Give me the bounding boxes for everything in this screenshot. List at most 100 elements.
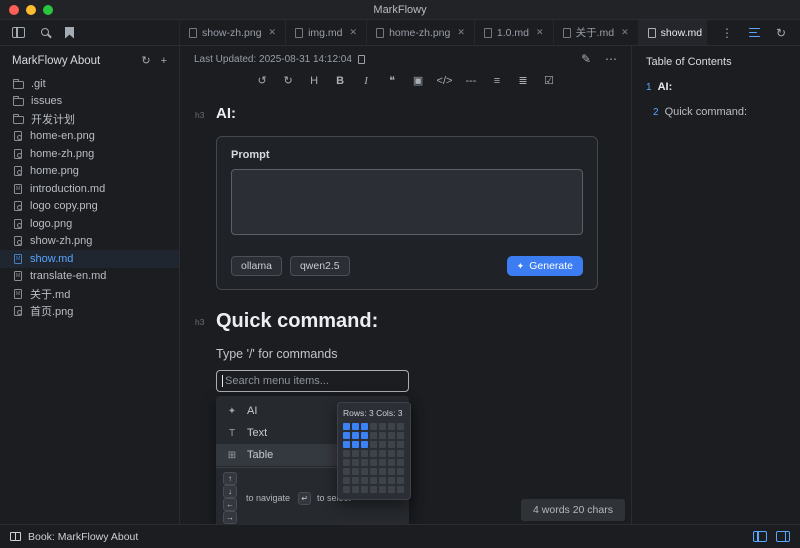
grid-cell[interactable]: [388, 432, 395, 439]
tree-item-开发计划[interactable]: 开发计划: [0, 110, 179, 128]
grid-cell[interactable]: [361, 450, 368, 457]
grid-cell[interactable]: [388, 423, 395, 430]
model-name-chip[interactable]: qwen2.5: [290, 256, 350, 276]
grid-cell[interactable]: [352, 459, 359, 466]
grid-cell[interactable]: [370, 486, 377, 493]
bookmark-icon[interactable]: [65, 27, 74, 39]
tree-item-issues[interactable]: issues: [0, 93, 179, 111]
italic-icon[interactable]: I: [357, 71, 376, 90]
tree-item-show.md[interactable]: show.md: [0, 250, 179, 268]
grid-cell[interactable]: [379, 441, 386, 448]
undo-icon[interactable]: ↺: [253, 71, 272, 90]
grid-cell[interactable]: [379, 432, 386, 439]
right-panel-toggle-icon[interactable]: [776, 531, 790, 542]
grid-cell[interactable]: [361, 468, 368, 475]
toc-toggle-icon[interactable]: [749, 28, 760, 38]
grid-cell[interactable]: [343, 441, 350, 448]
close-tab-icon[interactable]: ✕: [457, 27, 465, 38]
bold-icon[interactable]: B: [331, 71, 350, 90]
grid-cell[interactable]: [388, 441, 395, 448]
tree-item-logo.png[interactable]: logo.png: [0, 215, 179, 233]
grid-cell[interactable]: [370, 459, 377, 466]
slash-search-box[interactable]: [216, 370, 409, 392]
sync-icon[interactable]: ↻: [776, 26, 786, 40]
close-window-button[interactable]: [9, 5, 19, 15]
close-tab-icon[interactable]: ✕: [269, 27, 277, 38]
grid-cell[interactable]: [352, 441, 359, 448]
grid-cell[interactable]: [343, 450, 350, 457]
tree-item-home.png[interactable]: home.png: [0, 163, 179, 181]
grid-cell[interactable]: [361, 423, 368, 430]
refresh-tree-icon[interactable]: ↻: [141, 54, 150, 67]
grid-cell[interactable]: [343, 486, 350, 493]
sidebar-toggle-icon[interactable]: [12, 27, 25, 38]
task-list-icon[interactable]: ☑: [539, 71, 558, 90]
grid-cell[interactable]: [379, 477, 386, 484]
grid-cell[interactable]: [361, 486, 368, 493]
grid-cell[interactable]: [388, 486, 395, 493]
grid-cell[interactable]: [361, 477, 368, 484]
grid-cell[interactable]: [370, 423, 377, 430]
grid-cell[interactable]: [343, 459, 350, 466]
new-file-icon[interactable]: +: [161, 55, 167, 67]
tree-item-关于.md[interactable]: 关于.md: [0, 285, 179, 303]
redo-icon[interactable]: ↻: [279, 71, 298, 90]
tab-关于.md[interactable]: 关于.md✕: [554, 20, 639, 45]
minimize-window-button[interactable]: [26, 5, 36, 15]
tree-item-logo copy.png[interactable]: logo copy.png: [0, 198, 179, 216]
grid-cell[interactable]: [397, 486, 404, 493]
tab-home-zh.png[interactable]: home-zh.png✕: [367, 20, 475, 45]
editor-content[interactable]: h3 AI: Prompt ollama qwen2.5 ✦ Generate: [180, 95, 631, 524]
grid-cell[interactable]: [379, 468, 386, 475]
grid-cell[interactable]: [379, 423, 386, 430]
grid-cell[interactable]: [343, 432, 350, 439]
grid-cell[interactable]: [361, 432, 368, 439]
grid-cell[interactable]: [397, 423, 404, 430]
tree-item-home-zh.png[interactable]: home-zh.png: [0, 145, 179, 163]
grid-cell[interactable]: [352, 486, 359, 493]
heading-icon[interactable]: H: [305, 71, 324, 90]
grid-cell[interactable]: [343, 477, 350, 484]
grid-cell[interactable]: [370, 450, 377, 457]
toc-item-ai-[interactable]: 1AI:: [646, 81, 786, 93]
search-icon[interactable]: [41, 28, 49, 36]
editor-more-icon[interactable]: ⋯: [605, 52, 617, 66]
grid-cell[interactable]: [370, 432, 377, 439]
tree-item-.git[interactable]: .git: [0, 75, 179, 93]
close-tab-icon[interactable]: ✕: [621, 27, 629, 38]
grid-cell[interactable]: [388, 459, 395, 466]
tree-item-home-en.png[interactable]: home-en.png: [0, 128, 179, 146]
tree-item-首页.png[interactable]: 首页.png: [0, 303, 179, 321]
grid-cell[interactable]: [370, 477, 377, 484]
search-menu-input[interactable]: [225, 375, 403, 387]
bullet-list-icon[interactable]: ≡: [487, 71, 506, 90]
grid-cell[interactable]: [352, 477, 359, 484]
tree-item-translate-en.md[interactable]: translate-en.md: [0, 268, 179, 286]
grid-cell[interactable]: [352, 432, 359, 439]
grid-cell[interactable]: [379, 459, 386, 466]
grid-cell[interactable]: [343, 468, 350, 475]
grid-cell[interactable]: [361, 459, 368, 466]
grid-cell[interactable]: [352, 450, 359, 457]
tab-img.md[interactable]: img.md✕: [286, 20, 367, 45]
generate-button[interactable]: ✦ Generate: [507, 256, 583, 276]
grid-cell[interactable]: [361, 441, 368, 448]
tree-item-show-zh.png[interactable]: show-zh.png: [0, 233, 179, 251]
zoom-window-button[interactable]: [43, 5, 53, 15]
grid-cell[interactable]: [379, 450, 386, 457]
close-tab-icon[interactable]: ✕: [536, 27, 544, 38]
grid-cell[interactable]: [397, 450, 404, 457]
grid-cell[interactable]: [388, 450, 395, 457]
grid-cell[interactable]: [352, 468, 359, 475]
prompt-textarea[interactable]: [231, 169, 583, 235]
grid-cell[interactable]: [370, 468, 377, 475]
grid-cell[interactable]: [370, 441, 377, 448]
grid-cell[interactable]: [397, 441, 404, 448]
code-icon[interactable]: </>: [435, 71, 455, 90]
left-panel-toggle-icon[interactable]: [753, 531, 767, 542]
grid-cell[interactable]: [388, 468, 395, 475]
grid-cell[interactable]: [379, 486, 386, 493]
grid-cell[interactable]: [343, 423, 350, 430]
toc-item-quick-command-[interactable]: 2Quick command:: [646, 106, 786, 118]
grid-cell[interactable]: [388, 477, 395, 484]
